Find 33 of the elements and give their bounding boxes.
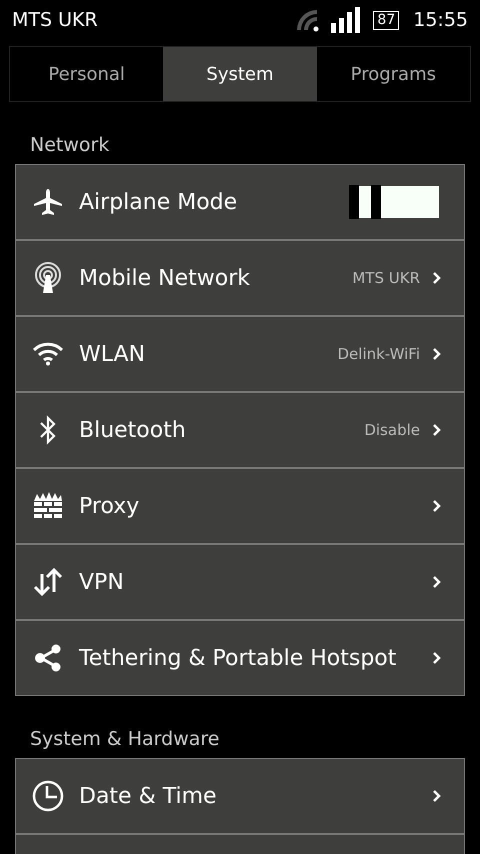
setting-value: Disable	[364, 421, 420, 439]
chevron-icon[interactable]	[432, 347, 442, 361]
share-icon	[34, 644, 62, 672]
setting-label[interactable]: Tethering & Portable Hotspot	[79, 646, 432, 670]
airplane-icon	[33, 187, 63, 217]
section-header: Network	[29, 133, 110, 158]
chevron-icon[interactable]	[432, 271, 442, 285]
wifi-icon	[32, 342, 64, 366]
tab[interactable]: System	[163, 47, 317, 101]
setting-label[interactable]: Proxy	[79, 494, 432, 518]
firewall-icon	[33, 491, 63, 521]
up-down-arrows-icon	[32, 566, 64, 598]
setting-label[interactable]: Mobile Network	[79, 266, 352, 290]
setting-label[interactable]: Bluetooth	[79, 418, 364, 442]
setting-label[interactable]: Airplane Mode	[79, 190, 349, 214]
chevron-icon[interactable]	[432, 423, 442, 437]
clock-icon	[32, 780, 64, 812]
chevron-icon[interactable]	[432, 499, 442, 513]
signal-icon	[331, 7, 362, 33]
chevron-icon[interactable]	[432, 651, 442, 665]
chevron-icon[interactable]	[432, 789, 442, 803]
battery-indicator: 87	[373, 10, 400, 30]
setting-value: MTS UKR	[352, 269, 420, 287]
section-header: System & Hardware	[29, 727, 220, 752]
toggle-switch[interactable]	[349, 185, 439, 219]
carrier-name: MTS UKR	[12, 9, 98, 31]
chevron-icon[interactable]	[432, 575, 442, 589]
bluetooth-icon	[38, 414, 58, 446]
setting-label[interactable]: VPN	[79, 570, 432, 594]
setting-value: Delink-WiFi	[338, 345, 420, 363]
clock-time: 15:55	[413, 9, 468, 31]
setting-label[interactable]: WLAN	[79, 342, 338, 366]
antenna-icon	[33, 262, 63, 294]
